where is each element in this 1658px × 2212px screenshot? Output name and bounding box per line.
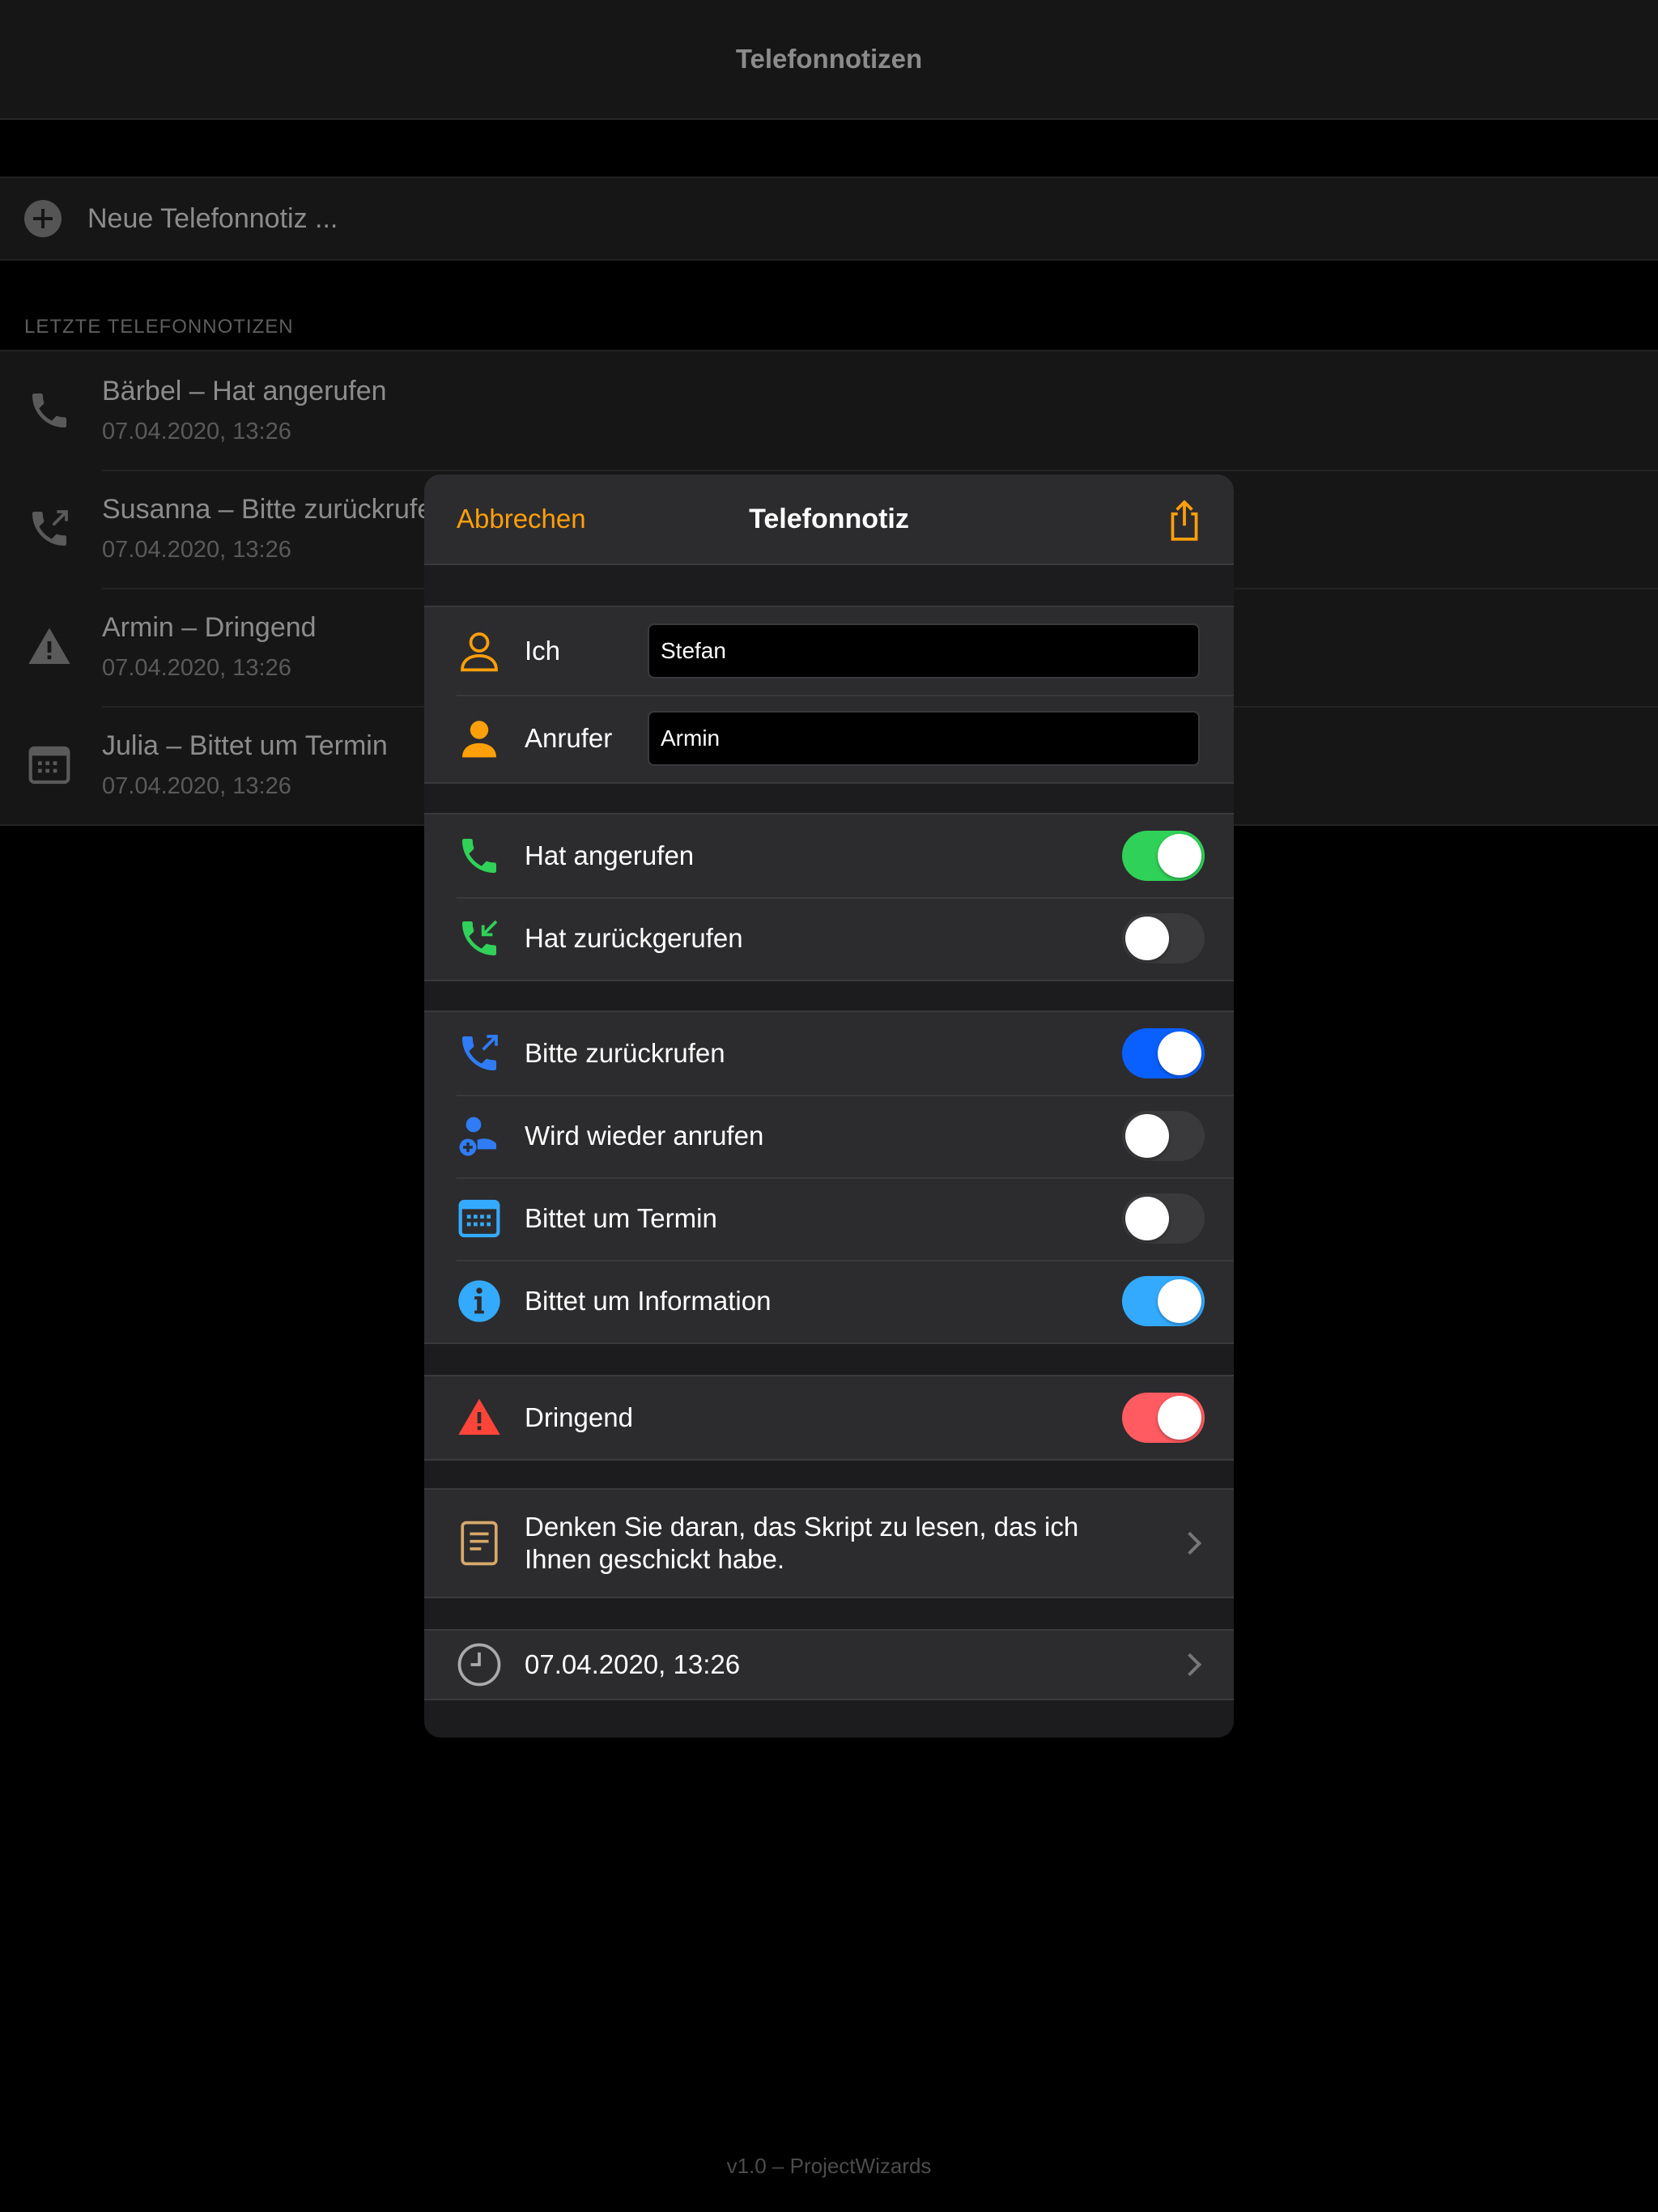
me-label: Ich <box>525 636 561 666</box>
calendar-icon <box>24 740 74 790</box>
new-note-label: Neue Telefonnotiz ... <box>87 202 338 234</box>
chevron-right-icon <box>1178 1653 1202 1677</box>
share-icon[interactable] <box>1164 499 1205 542</box>
me-field[interactable] <box>648 623 1200 678</box>
modal-header: Abbrechen Telefonnotiz <box>424 474 1234 565</box>
asks-appointment-label: Bittet um Termin <box>525 1203 717 1233</box>
person-filled-icon <box>455 714 504 763</box>
section-header: LETZTE TELEFONNOTIZEN <box>24 316 294 338</box>
document-icon <box>455 1519 504 1568</box>
caller-label: Anrufer <box>525 723 613 753</box>
list-item-date: 07.04.2020, 13:26 <box>102 655 291 681</box>
navigation-bar: Telefonnotizen <box>0 0 1658 120</box>
phone-icon <box>24 385 74 436</box>
urgent-row: Dringend <box>424 1376 1234 1459</box>
toggle-knob <box>1125 917 1169 960</box>
list-item-date: 07.04.2020, 13:26 <box>102 419 291 445</box>
called-back-toggle[interactable] <box>1122 913 1205 963</box>
asks-information-label: Bittet um Information <box>525 1286 772 1316</box>
list-item[interactable]: Bärbel – Hat angerufen 07.04.2020, 13:26 <box>0 351 1658 470</box>
toggle-knob <box>1158 1279 1201 1323</box>
list-item-title: Susanna – Bitte zurückrufen <box>102 494 449 525</box>
person-plus-icon <box>455 1112 504 1160</box>
please-call-back-label: Bitte zurückrufen <box>525 1038 725 1068</box>
note-row[interactable]: Denken Sie daran, das Skript zu lesen, d… <box>424 1490 1234 1597</box>
phone-icon <box>455 832 504 880</box>
please-call-back-row: Bitte zurückrufen <box>424 1012 1234 1095</box>
note-text: Denken Sie daran, das Skript zu lesen, d… <box>525 1512 1079 1574</box>
please-call-back-toggle[interactable] <box>1122 1028 1205 1078</box>
calendar-icon <box>455 1194 504 1243</box>
toggle-knob <box>1125 1197 1169 1240</box>
caller-row: Anrufer <box>424 695 1234 782</box>
will-call-again-label: Wird wieder anrufen <box>525 1121 764 1151</box>
phone-outgoing-icon <box>24 504 74 554</box>
nav-title: Telefonnotizen <box>735 44 923 74</box>
asks-information-toggle[interactable] <box>1122 1276 1205 1326</box>
date-text: 07.04.2020, 13:26 <box>525 1649 741 1679</box>
list-item-date: 07.04.2020, 13:26 <box>102 773 291 799</box>
note-group: Denken Sie daran, das Skript zu lesen, d… <box>424 1488 1234 1598</box>
list-item-title: Bärbel – Hat angerufen <box>102 376 387 406</box>
asks-appointment-toggle[interactable] <box>1122 1193 1205 1244</box>
will-call-again-toggle[interactable] <box>1122 1111 1205 1161</box>
caller-field[interactable] <box>648 711 1200 766</box>
toggle-knob <box>1158 1032 1201 1075</box>
urgent-label: Dringend <box>525 1402 633 1432</box>
called-back-row: Hat zurückgerufen <box>424 897 1234 980</box>
me-row: Ich <box>424 607 1234 695</box>
date-row[interactable]: 07.04.2020, 13:26 <box>424 1631 1234 1699</box>
call-status-group: Hat angerufen Hat zurückgerufen <box>424 813 1234 981</box>
clock-icon <box>455 1640 504 1689</box>
person-outline-icon <box>455 627 504 675</box>
has-called-label: Hat angerufen <box>525 840 695 870</box>
urgent-group: Dringend <box>424 1375 1234 1461</box>
called-back-label: Hat zurückgerufen <box>525 923 743 953</box>
toggle-knob <box>1158 834 1201 878</box>
new-note-row[interactable]: Neue Telefonnotiz ... <box>0 177 1658 261</box>
list-item-date: 07.04.2020, 13:26 <box>102 537 291 563</box>
phone-incoming-icon <box>455 914 504 963</box>
version-footer: v1.0 – ProjectWizards <box>726 2154 932 2178</box>
list-item-title: Armin – Dringend <box>102 612 317 643</box>
plus-circle-icon <box>24 200 62 237</box>
warning-icon <box>24 622 74 672</box>
has-called-toggle[interactable] <box>1122 831 1205 881</box>
phone-note-modal: Abbrechen Telefonnotiz Ich Anrufer <box>424 474 1234 1738</box>
urgent-toggle[interactable] <box>1122 1393 1205 1443</box>
warning-icon <box>455 1393 504 1442</box>
phone-outgoing-icon <box>455 1029 504 1078</box>
toggle-knob <box>1158 1396 1201 1440</box>
chevron-right-icon <box>1178 1531 1202 1555</box>
will-call-again-row: Wird wieder anrufen <box>424 1095 1234 1177</box>
asks-information-row: Bittet um Information <box>424 1260 1234 1342</box>
has-called-row: Hat angerufen <box>424 815 1234 897</box>
people-group: Ich Anrufer <box>424 606 1234 784</box>
cancel-button[interactable]: Abbrechen <box>457 504 586 534</box>
requests-group: Bitte zurückrufen Wird wieder anrufen Bi… <box>424 1010 1234 1344</box>
list-item-title: Julia – Bittet um Termin <box>102 730 388 761</box>
toggle-knob <box>1125 1114 1169 1158</box>
asks-appointment-row: Bittet um Termin <box>424 1177 1234 1260</box>
info-icon <box>455 1277 504 1325</box>
date-group: 07.04.2020, 13:26 <box>424 1629 1234 1700</box>
